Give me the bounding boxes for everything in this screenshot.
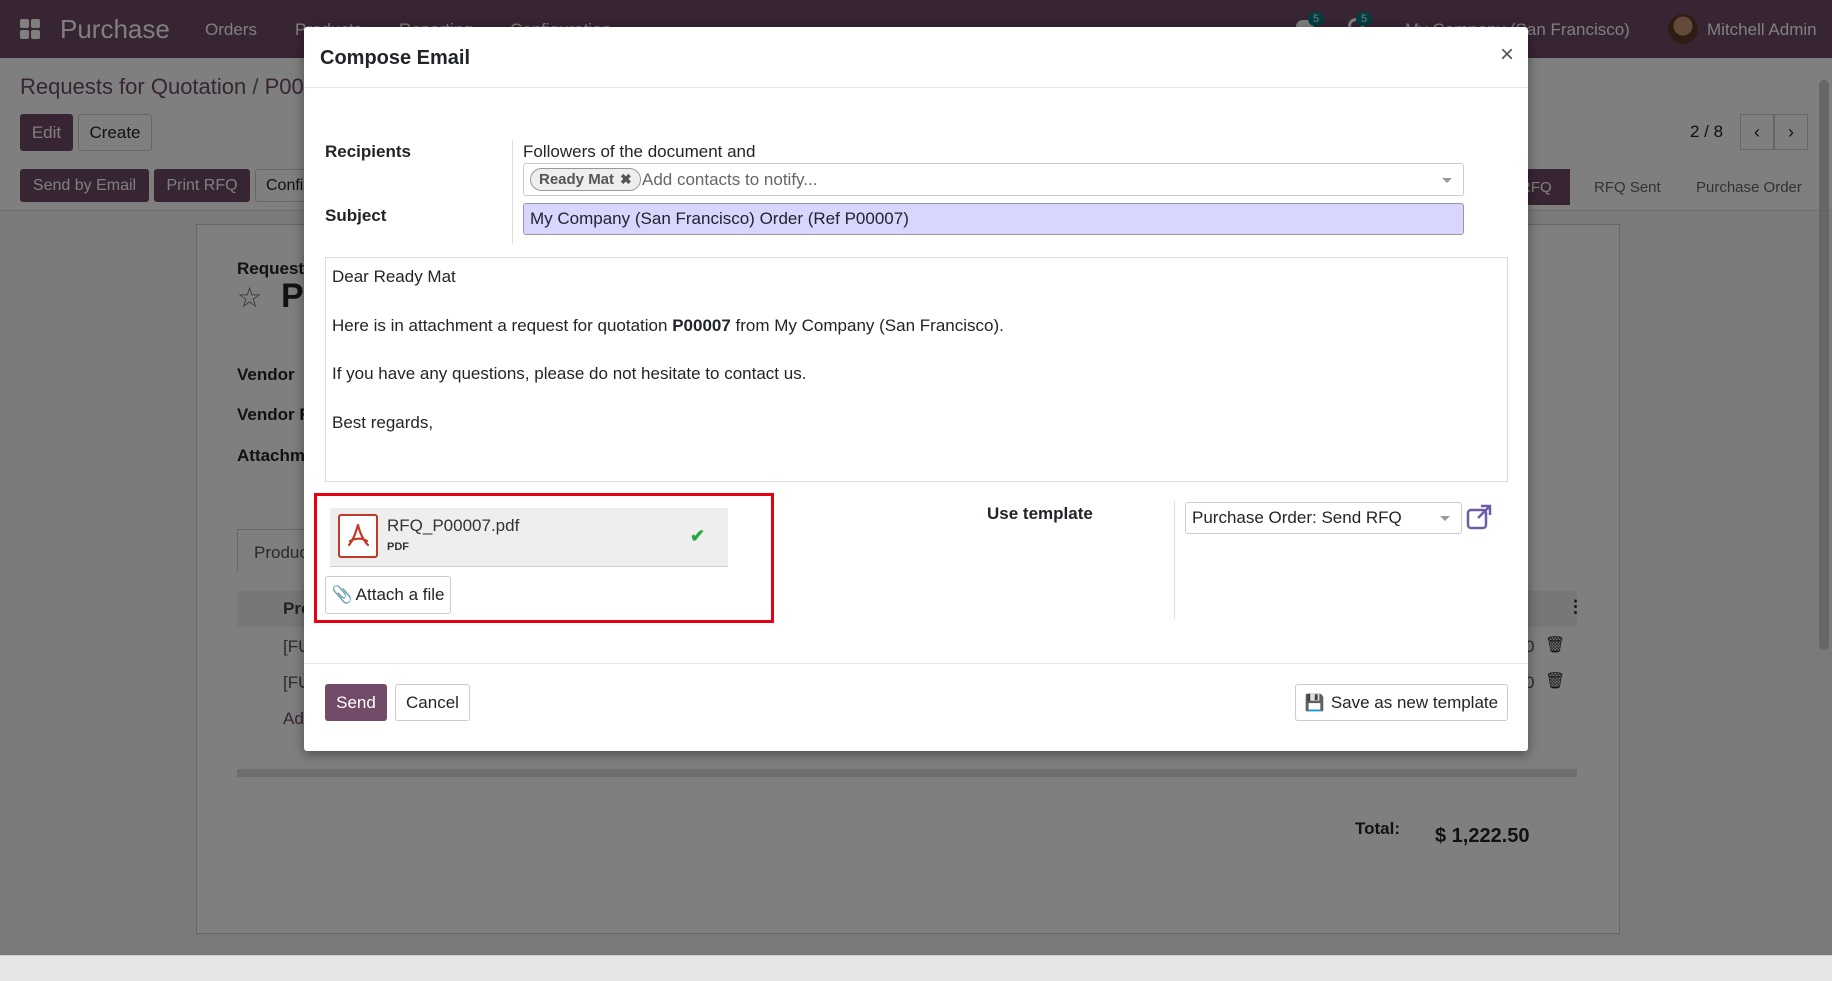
body-attachment-line: Here is in attachment a request for quot… [332, 316, 1004, 336]
attach-file-button[interactable]: 📎 Attach a file [325, 576, 451, 614]
subject-field[interactable]: My Company (San Francisco) Order (Ref P0… [523, 203, 1464, 235]
remove-tag-icon[interactable]: ✖ [620, 171, 632, 188]
attachment-type: PDF [387, 541, 409, 553]
save-as-new-template-button[interactable]: 💾 Save as new template [1295, 684, 1508, 721]
send-button[interactable]: Send [325, 684, 387, 721]
recipients-label: Recipients [325, 142, 411, 161]
check-icon: ✔ [690, 526, 706, 546]
subject-label: Subject [325, 206, 387, 225]
page-scrollbar[interactable] [1819, 80, 1829, 650]
body-line-post: from My Company (San Francisco). [730, 316, 1004, 335]
recipients-placeholder[interactable]: Add contacts to notify... [642, 170, 817, 190]
body-closing: Best regards, [332, 413, 434, 432]
recipient-tag-label: Ready Mat [539, 171, 615, 188]
recipient-tag[interactable]: Ready Mat ✖ [530, 168, 641, 191]
horizontal-scrollbar-track[interactable] [0, 955, 1832, 981]
email-body-editor[interactable]: Dear Ready Mat Here is in attachment a r… [325, 257, 1508, 482]
body-greeting: Dear Ready Mat [332, 267, 456, 286]
modal-footer: Send Cancel 💾 Save as new template [304, 663, 1528, 752]
chevron-down-icon[interactable] [1442, 178, 1452, 183]
close-icon[interactable]: × [1500, 41, 1514, 69]
body-questions: If you have any questions, please do not… [332, 364, 807, 383]
template-select[interactable]: Purchase Order: Send RFQ [1185, 502, 1462, 534]
body-line-pre: Here is in attachment a request for quot… [332, 316, 673, 335]
attachment-item[interactable]: RFQ_P00007.pdf PDF ✔ [330, 508, 728, 567]
cancel-button[interactable]: Cancel [395, 684, 470, 721]
compose-email-dialog: Compose Email × Recipients Subject Follo… [304, 27, 1528, 751]
body-reference: P00007 [672, 316, 731, 335]
save-template-label: Save as new template [1330, 692, 1499, 712]
paperclip-icon: 📎 [331, 585, 353, 604]
modal-title: Compose Email [320, 47, 471, 69]
modal-header: Compose Email × [304, 27, 1528, 88]
recipients-input[interactable]: Ready Mat ✖ Add contacts to notify... [523, 163, 1464, 196]
chevron-down-icon[interactable] [1440, 516, 1450, 521]
template-divider [1174, 501, 1175, 619]
attach-file-label: Attach a file [355, 585, 445, 604]
save-icon: 💾 [1304, 694, 1325, 712]
attachment-name[interactable]: RFQ_P00007.pdf [387, 516, 519, 536]
template-select-value: Purchase Order: Send RFQ [1192, 508, 1402, 527]
use-template-label: Use template [987, 504, 1093, 523]
recipients-text: Followers of the document and [523, 142, 756, 161]
field-divider [512, 140, 513, 244]
external-link-icon[interactable] [1466, 504, 1492, 530]
pdf-file-icon [338, 514, 378, 558]
